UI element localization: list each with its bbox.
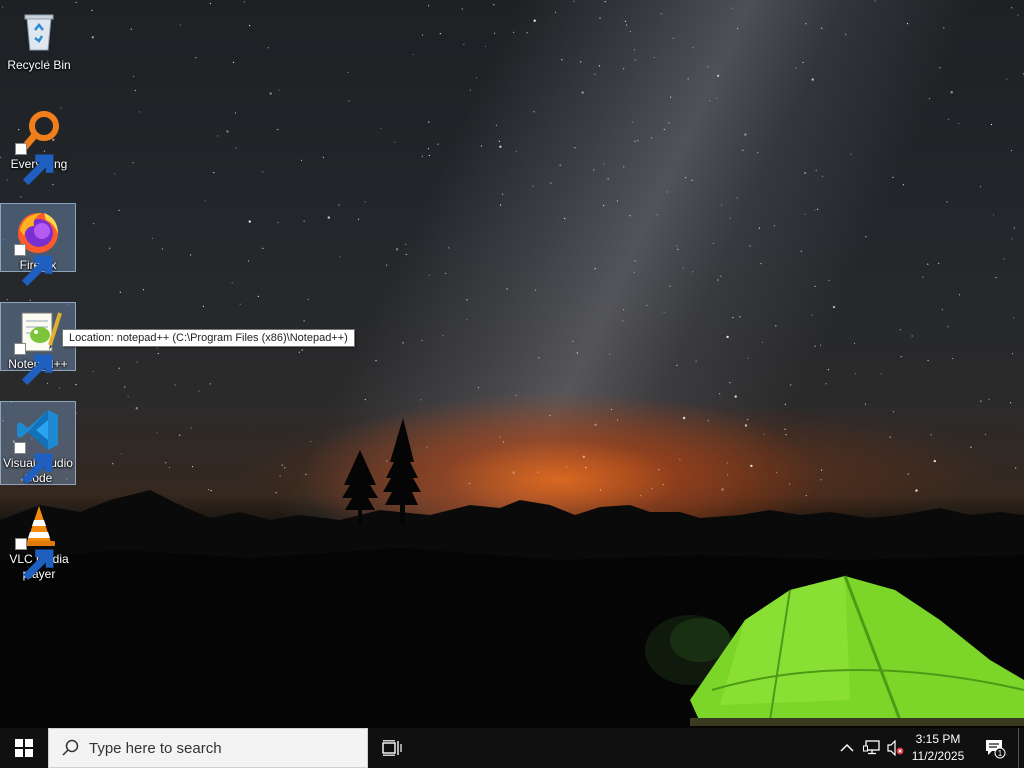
- desktop-icon-recycle-bin[interactable]: Recycle Bin: [1, 4, 77, 73]
- landscape-silhouette: [0, 418, 1024, 728]
- notepad-plus-plus-icon: [14, 307, 62, 386]
- firefox-icon: [14, 208, 62, 287]
- vlc-icon: [15, 502, 63, 581]
- notification-count: 1: [998, 749, 1003, 758]
- task-view-button[interactable]: [372, 728, 412, 768]
- shortcut-arrow-icon: [14, 343, 53, 386]
- desktop-icon-label: Recycle Bin: [7, 58, 71, 72]
- clock-time: 3:15 PM: [915, 732, 961, 746]
- show-desktop-button[interactable]: [1018, 728, 1024, 768]
- search-icon: [62, 739, 79, 756]
- windows-logo-icon: [15, 739, 33, 757]
- show-hidden-icons-button[interactable]: [836, 728, 858, 768]
- taskbar: Type here to search 3:15 PM 11/2/2025 1: [0, 728, 1024, 768]
- network-icon: [863, 740, 880, 755]
- taskbar-search-box[interactable]: Type here to search: [48, 728, 368, 768]
- volume-tray-button[interactable]: [884, 728, 906, 768]
- desktop-icon-vscode[interactable]: Visual Studio Code: [0, 401, 76, 485]
- notification-center-button[interactable]: 1: [978, 728, 1012, 768]
- vscode-icon: [14, 406, 62, 485]
- shortcut-arrow-icon: [14, 442, 53, 485]
- taskbar-clock[interactable]: 3:15 PM 11/2/2025: [904, 728, 972, 768]
- notification-icon: 1: [986, 740, 1006, 759]
- network-tray-button[interactable]: [860, 728, 884, 768]
- clock-date: 11/2/2025: [911, 749, 965, 763]
- desktop[interactable]: Recycle Bin Everything Firefox Notepad++…: [0, 0, 1024, 728]
- desktop-icon-firefox[interactable]: Firefox: [0, 203, 76, 287]
- chevron-up-icon: [840, 743, 854, 752]
- icon-location-tooltip: Location: notepad++ (C:\Program Files (x…: [62, 329, 355, 347]
- start-button[interactable]: [0, 728, 48, 768]
- shortcut-arrow-icon: [15, 143, 54, 186]
- desktop-icon-everything[interactable]: Everything: [1, 103, 77, 186]
- search-placeholder: Type here to search: [89, 739, 222, 757]
- shortcut-arrow-icon: [14, 244, 53, 287]
- shortcut-arrow-icon: [15, 538, 54, 581]
- everything-search-icon: [15, 107, 63, 186]
- desktop-icon-vlc[interactable]: VLC media player: [1, 498, 77, 582]
- recycle-bin-icon: [15, 8, 63, 56]
- volume-muted-icon: [887, 740, 904, 756]
- task-view-icon: [382, 740, 402, 756]
